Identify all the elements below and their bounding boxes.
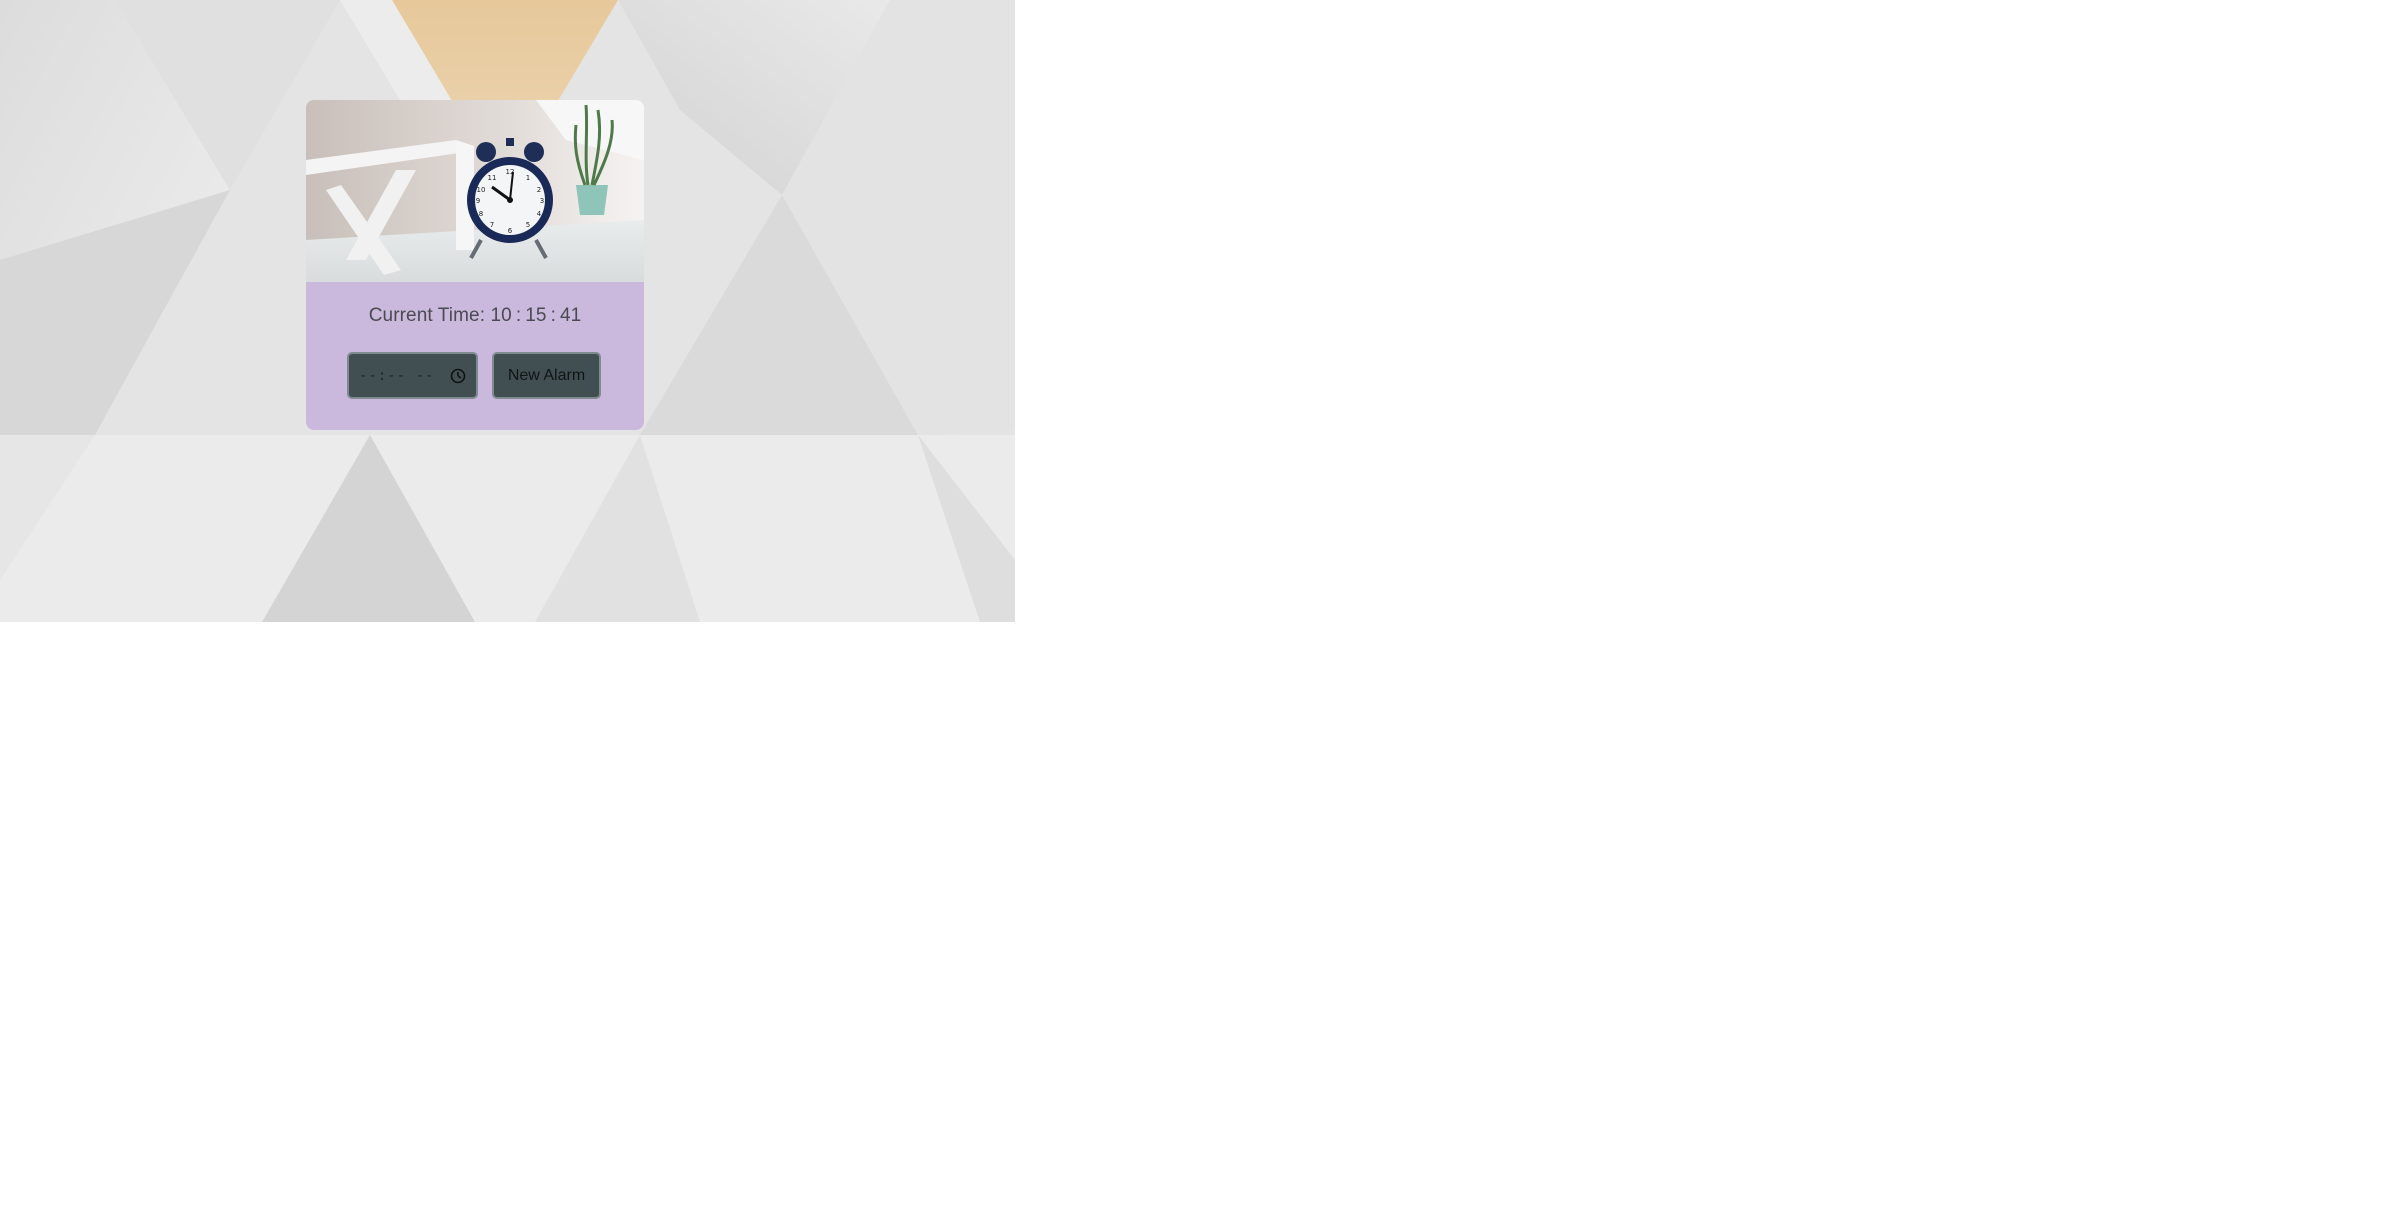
new-alarm-button[interactable]: New Alarm (492, 352, 601, 399)
time-separator: : (550, 305, 556, 326)
current-time-hours: 10 (490, 305, 512, 326)
svg-text:4: 4 (537, 210, 542, 218)
clock-icon[interactable] (450, 368, 466, 384)
current-time-minutes: 15 (525, 305, 547, 326)
alarm-time-value: --:-- -- (359, 367, 435, 384)
alarm-time-input[interactable]: --:-- -- (347, 352, 478, 399)
current-time-display: Current Time: 10:15:41 (306, 305, 644, 327)
svg-text:6: 6 (508, 227, 513, 235)
svg-text:10: 10 (477, 186, 486, 194)
alarm-clock-photo: 12 1 2 3 4 5 6 7 8 9 10 11 (306, 100, 644, 282)
svg-text:11: 11 (488, 174, 497, 182)
current-time-label: Current Time: (368, 305, 486, 326)
time-separator: : (515, 305, 522, 326)
svg-text:5: 5 (526, 221, 530, 229)
svg-text:9: 9 (476, 197, 480, 205)
alarm-clock-illustration: 12 1 2 3 4 5 6 7 8 9 10 11 (306, 100, 644, 282)
svg-text:1: 1 (526, 174, 530, 182)
svg-text:3: 3 (540, 197, 544, 205)
svg-text:7: 7 (490, 221, 494, 229)
current-time-seconds: 41 (559, 305, 582, 326)
alarm-controls: --:-- -- New Alarm (347, 352, 601, 399)
svg-text:2: 2 (537, 186, 541, 194)
alarm-clock-card: 12 1 2 3 4 5 6 7 8 9 10 11 Current Time:… (306, 100, 644, 430)
svg-text:8: 8 (479, 210, 483, 218)
